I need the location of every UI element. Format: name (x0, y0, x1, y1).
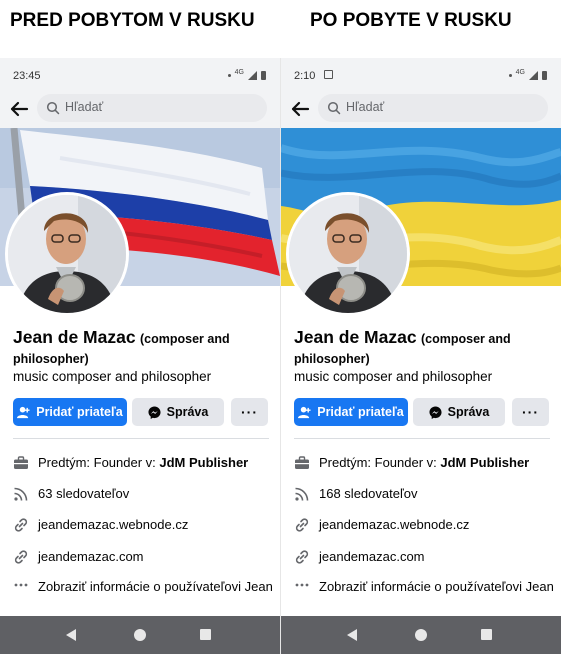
nav-back-icon[interactable] (347, 629, 357, 641)
profile-picture[interactable] (5, 192, 129, 316)
profile-name: Jean de Mazac (composer and philosopher) (13, 328, 273, 369)
network-type: 4G (515, 68, 525, 76)
signal-indicators: 4G (508, 68, 547, 81)
add-friend-icon (17, 406, 30, 418)
notification-dot-icon (227, 73, 231, 77)
add-friend-button[interactable]: Pridať priateľa (294, 398, 408, 426)
status-bar: 23:45 4G (0, 58, 280, 92)
android-nav-bar (0, 616, 280, 654)
section-divider (294, 438, 550, 439)
website-link-1[interactable]: jeandemazac.webnode.cz (13, 517, 275, 533)
phone-screenshot-after: 2:10 4G Hľadať Jean de Mazac (composer a… (281, 58, 561, 654)
about-info-text: Zobraziť informácie o používateľovi Jean (319, 579, 554, 594)
top-bar: Hľadať (281, 92, 561, 128)
rss-icon (295, 487, 309, 501)
avatar (289, 195, 407, 313)
followers-count: 168 sledovateľov (319, 486, 418, 501)
android-nav-bar (281, 616, 561, 654)
message-label: Správa (166, 405, 209, 419)
briefcase-icon (14, 456, 28, 469)
more-options-button[interactable]: ··· (231, 398, 268, 426)
profile-picture[interactable] (286, 192, 410, 316)
signal-icon (248, 70, 257, 80)
website-url-2: jeandemazac.com (38, 549, 144, 564)
search-input[interactable]: Hľadať (37, 94, 267, 122)
website-url-2: jeandemazac.com (319, 549, 425, 564)
heading-after: PO POBYTE V RUSKU (310, 10, 512, 31)
signal-indicators: 4G (227, 68, 266, 81)
network-type: 4G (234, 68, 244, 76)
section-divider (13, 438, 269, 439)
message-label: Správa (447, 405, 490, 419)
battery-icon (261, 70, 266, 80)
signal-icon (529, 70, 538, 80)
work-prefix: Predtým: Founder v: (319, 455, 441, 470)
followers-info[interactable]: 168 sledovateľov (294, 486, 556, 502)
link-icon (14, 550, 28, 564)
website-link-2[interactable]: jeandemazac.com (294, 549, 556, 565)
followers-count: 63 sledovateľov (38, 486, 130, 501)
phone-screenshot-before: 23:45 4G Hľadať Jean de Mazac (composer … (0, 58, 280, 654)
nav-back-icon[interactable] (66, 629, 76, 641)
top-bar: Hľadať (0, 92, 280, 128)
search-icon (327, 101, 341, 115)
add-friend-label: Pridať priateľa (36, 405, 123, 419)
profile-bio: music composer and philosopher (13, 369, 212, 384)
work-prefix: Predtým: Founder v: (38, 455, 160, 470)
message-button[interactable]: Správa (132, 398, 224, 426)
followers-info[interactable]: 63 sledovateľov (13, 486, 275, 502)
link-icon (295, 550, 309, 564)
nav-recents-icon[interactable] (481, 629, 492, 640)
back-arrow-icon[interactable] (9, 99, 29, 119)
more-options-button[interactable]: ··· (512, 398, 549, 426)
add-friend-icon (298, 406, 311, 418)
notification-dot-icon (508, 73, 512, 77)
nav-home-icon[interactable] (415, 629, 427, 641)
profile-photo-illustration (289, 195, 407, 313)
ellipsis-icon (14, 583, 28, 587)
nav-recents-icon[interactable] (200, 629, 211, 640)
battery-icon (542, 70, 547, 80)
about-info-text: Zobraziť informácie o používateľovi Jean (38, 579, 273, 594)
briefcase-icon (295, 456, 309, 469)
work-info: Predtým: Founder v: JdM Publisher (294, 455, 556, 471)
search-placeholder: Hľadať (65, 100, 104, 114)
avatar (8, 195, 126, 313)
profile-name-main: Jean de Mazac (294, 327, 417, 347)
ellipsis-icon (295, 583, 309, 587)
messenger-icon (429, 405, 442, 419)
website-link-1[interactable]: jeandemazac.webnode.cz (294, 517, 556, 533)
profile-name: Jean de Mazac (composer and philosopher) (294, 328, 554, 369)
image-notification-icon (324, 70, 333, 79)
rss-icon (14, 487, 28, 501)
website-url-1: jeandemazac.webnode.cz (38, 517, 189, 532)
messenger-icon (148, 405, 161, 419)
search-input[interactable]: Hľadať (318, 94, 548, 122)
work-company[interactable]: JdM Publisher (440, 455, 529, 470)
search-icon (46, 101, 60, 115)
status-time: 23:45 (13, 70, 41, 82)
search-placeholder: Hľadať (346, 100, 385, 114)
link-icon (14, 518, 28, 532)
about-info-link[interactable]: Zobraziť informácie o používateľovi Jean (294, 579, 556, 595)
link-icon (295, 518, 309, 532)
add-friend-button[interactable]: Pridať priateľa (13, 398, 127, 426)
about-info-link[interactable]: Zobraziť informácie o používateľovi Jean (13, 579, 275, 595)
work-info: Predtým: Founder v: JdM Publisher (13, 455, 275, 471)
status-time: 2:10 (294, 70, 316, 82)
more-options-icon: ··· (241, 404, 258, 420)
profile-bio: music composer and philosopher (294, 369, 493, 384)
website-url-1: jeandemazac.webnode.cz (319, 517, 470, 532)
website-link-2[interactable]: jeandemazac.com (13, 549, 275, 565)
add-friend-label: Pridať priateľa (317, 405, 404, 419)
back-arrow-icon[interactable] (290, 99, 310, 119)
work-company[interactable]: JdM Publisher (159, 455, 248, 470)
nav-home-icon[interactable] (134, 629, 146, 641)
message-button[interactable]: Správa (413, 398, 505, 426)
more-options-icon: ··· (522, 404, 539, 420)
status-bar: 2:10 4G (281, 58, 561, 92)
profile-name-main: Jean de Mazac (13, 327, 136, 347)
heading-before: PRED POBYTOM V RUSKU (10, 10, 255, 31)
profile-photo-illustration (8, 195, 126, 313)
